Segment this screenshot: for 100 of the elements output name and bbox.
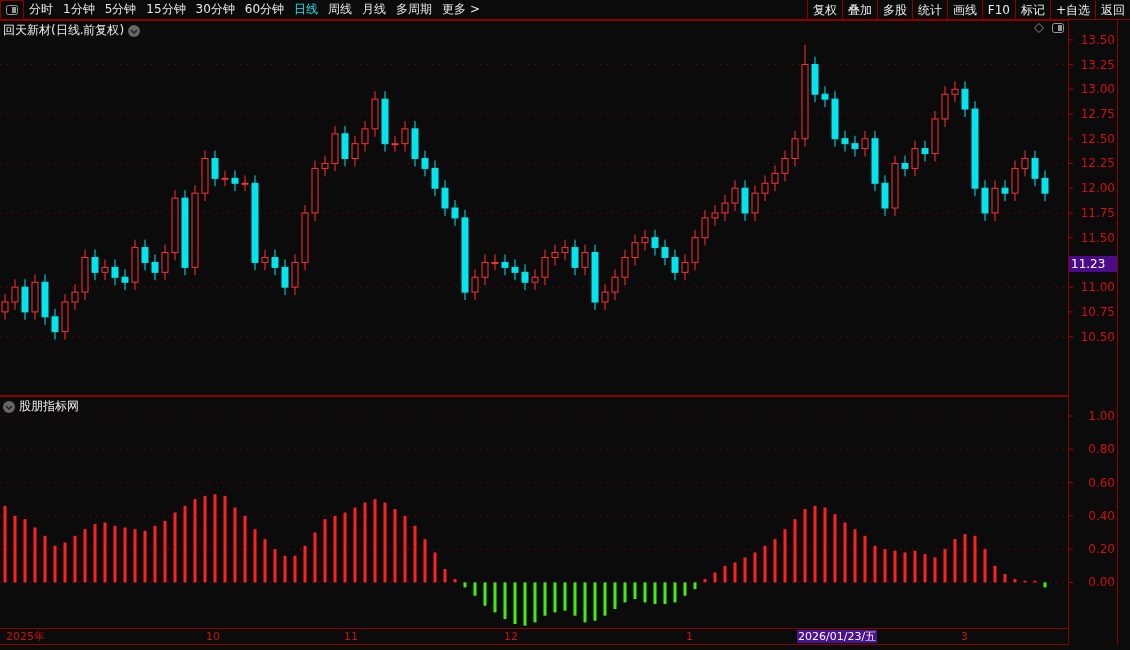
period-tab[interactable]: 15分钟 [141,0,191,20]
indicator-bar [263,539,267,583]
indicator-bar [683,582,687,596]
candlestick [941,85,949,128]
period-tab[interactable]: 1分钟 [58,0,100,20]
indicator-bar [423,539,427,583]
indicator-bar [893,550,897,583]
candlestick [571,239,579,276]
panel-toggle-button[interactable] [0,0,24,20]
indicator-bar [703,579,707,583]
candlestick [11,278,19,311]
indicator-bar [733,562,737,583]
indicator-bar [923,554,927,583]
candlestick [351,135,359,167]
candlestick [921,140,929,162]
period-tab[interactable]: 60分钟 [239,0,290,20]
indicator-bar [133,529,137,583]
period-tab[interactable]: 分时 [24,0,58,20]
indicator-bar [783,529,787,583]
period-tab[interactable]: 5分钟 [99,0,142,20]
candlestick [441,179,449,217]
candlestick [701,209,709,247]
toolbar-button[interactable]: 返回 [1095,0,1130,20]
candlestick [771,164,779,192]
toolbar-button[interactable]: 统计 [911,0,947,20]
toolbar-button[interactable]: 叠加 [841,0,877,20]
candlestick [641,229,649,252]
candlestick [271,249,279,276]
axis-tick-label: 12.25 [1080,156,1115,171]
toolbar-button[interactable]: 多股 [876,0,912,20]
period-tab[interactable]: 月线 [357,0,392,20]
indicator-bar [153,525,157,583]
toolbar-button[interactable]: 画线 [946,0,982,20]
candlestick [301,204,309,271]
period-tab[interactable]: 多周期 [391,0,438,20]
candlestick [761,174,769,202]
indicator-bar [843,522,847,583]
candlestick [31,273,39,321]
candlestick [471,268,479,301]
chevron-down-icon[interactable] [3,400,15,413]
toolbar-button[interactable]: F10 [981,0,1015,20]
candlestick [331,125,339,172]
indicator-bar [613,582,617,610]
indicator-bar [593,582,597,621]
candlestick [981,179,989,222]
indicator-bar [553,582,557,613]
indicator-bar [83,529,87,583]
indicator-bar [1023,580,1027,583]
indicator-bar [313,532,317,583]
axis-tick-label: 13.50 [1080,32,1115,47]
axis-tick-label: 12.75 [1080,107,1115,121]
candlestick [611,268,619,301]
indicator-bar [723,565,727,583]
panel-icon[interactable] [6,4,18,15]
indicator-bar [633,582,637,600]
indicator-bar [833,514,837,583]
indicator-bar [473,582,477,596]
candlestick [261,249,269,271]
candlestick [681,254,689,281]
period-tab[interactable]: 日线 [289,0,324,20]
candlestick [781,150,789,182]
indicator-bar [643,582,647,603]
chevron-down-icon[interactable] [128,24,141,37]
candlestick [111,258,119,286]
toolbar-button[interactable]: 标记 [1014,0,1050,20]
candlestick [1041,169,1049,202]
indicator-bar [483,582,487,606]
candlestick [661,239,669,266]
candlestick [241,174,249,192]
candlestick [71,283,79,311]
indicator-bar [273,549,277,583]
indicator-bar [673,582,677,603]
indicator-bar [663,582,667,605]
indicator-bar [23,519,27,583]
toolbar-button[interactable]: 复权 [806,0,842,20]
indicator-bar [413,525,417,583]
candlestick [231,169,239,192]
candlestick [151,254,159,281]
candlestick [901,155,909,177]
indicator-bar [863,535,867,583]
indicator-bar [73,535,77,583]
candlestick [931,110,939,162]
candlestick [341,125,349,167]
toolbar-button[interactable]: +自选 [1049,0,1095,20]
indicator-bar [583,582,587,623]
candlestick [371,90,379,138]
indicator-bar [333,515,337,583]
candlestick [81,249,89,301]
period-tab[interactable]: 30分钟 [190,0,240,20]
indicator-bar [403,515,407,583]
candlestick [631,234,639,266]
indicator-bar [323,519,327,583]
indicator-bar [503,582,507,619]
candlestick [591,244,599,311]
panel-icon[interactable] [1052,23,1064,33]
indicator-bar [983,549,987,583]
candlestick [691,229,699,271]
indicator-bar [123,527,127,583]
more-menu[interactable]: 更多 > [437,0,485,20]
period-tab[interactable]: 周线 [323,0,358,20]
